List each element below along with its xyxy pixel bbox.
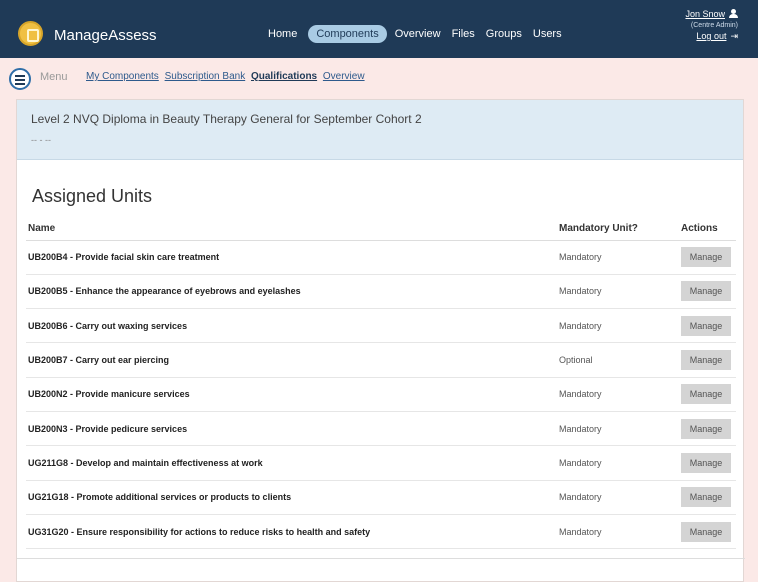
manage-button[interactable]: Manage xyxy=(681,350,731,371)
user-icon xyxy=(729,9,738,18)
table-row: UB200N3 - Provide pedicure services Mand… xyxy=(26,411,736,447)
unit-mandatory: Mandatory xyxy=(557,480,679,515)
sub-nav-links: My Components Subscription Bank Qualific… xyxy=(86,71,368,82)
subnav-overview[interactable]: Overview xyxy=(323,71,365,82)
unit-mandatory: Mandatory xyxy=(557,445,679,481)
header-mandatory: Mandatory Unit? xyxy=(557,218,679,241)
unit-mandatory: Mandatory xyxy=(557,308,679,344)
manage-button[interactable]: Manage xyxy=(681,281,731,302)
menu-label: Menu xyxy=(40,71,68,83)
main-content: Level 2 NVQ Diploma in Beauty Therapy Ge… xyxy=(16,99,745,582)
table-row: UB200B5 - Enhance the appearance of eyeb… xyxy=(26,274,736,310)
menu-icon xyxy=(15,83,25,85)
logout-icon[interactable]: ⇥ xyxy=(730,31,738,42)
unit-name: UB200B4 - Provide facial skin care treat… xyxy=(26,240,557,275)
unit-name: UB200N2 - Provide manicure services xyxy=(26,377,557,412)
nav-overview[interactable]: Overview xyxy=(395,28,441,40)
manage-button[interactable]: Manage xyxy=(681,384,731,405)
table-row: UB200N2 - Provide manicure services Mand… xyxy=(26,377,736,412)
unit-name: UB200B7 - Carry out ear piercing xyxy=(26,342,557,378)
nav-home[interactable]: Home xyxy=(268,28,297,40)
user-menu: Jon Snow (Centre Admin) Log out ⇥ xyxy=(685,9,738,42)
menu-icon xyxy=(15,75,25,77)
qualification-banner: Level 2 NVQ Diploma in Beauty Therapy Ge… xyxy=(17,100,743,160)
menu-icon xyxy=(15,79,25,81)
unit-mandatory: Mandatory xyxy=(557,240,679,275)
table-row: UB200B4 - Provide facial skin care treat… xyxy=(26,240,736,275)
table-row: UB200B7 - Carry out ear piercing Optiona… xyxy=(26,342,736,378)
unit-mandatory: Mandatory xyxy=(557,377,679,412)
unit-name: UG211G8 - Develop and maintain effective… xyxy=(26,445,557,481)
table-row: UG21G18 - Promote additional services or… xyxy=(26,480,736,515)
manage-button[interactable]: Manage xyxy=(681,315,731,336)
main-nav: Home Components Overview Files Groups Us… xyxy=(268,25,573,43)
qualification-subtitle: -- - -- xyxy=(31,135,51,145)
top-navbar: ManageAssess Home Components Overview Fi… xyxy=(0,0,758,58)
manage-button[interactable]: Manage xyxy=(681,487,731,508)
sub-navbar: Menu My Components Subscription Bank Qua… xyxy=(0,58,758,96)
header-actions: Actions xyxy=(679,218,736,241)
nav-users[interactable]: Users xyxy=(533,28,562,40)
unit-mandatory: Mandatory xyxy=(557,274,679,310)
unit-name: UB200N3 - Provide pedicure services xyxy=(26,411,557,447)
unit-name: UB200B5 - Enhance the appearance of eyeb… xyxy=(26,274,557,310)
logout-link[interactable]: Log out xyxy=(696,31,726,41)
subnav-my-components[interactable]: My Components xyxy=(86,71,159,82)
unit-mandatory: Mandatory xyxy=(557,514,679,550)
unit-name: UG31G20 - Ensure responsibility for acti… xyxy=(26,514,557,550)
app-logo-icon[interactable] xyxy=(18,21,43,46)
header-name: Name xyxy=(26,218,557,241)
unit-mandatory: Mandatory xyxy=(557,411,679,447)
nav-groups[interactable]: Groups xyxy=(486,28,522,40)
nav-files[interactable]: Files xyxy=(452,28,475,40)
subnav-subscription-bank[interactable]: Subscription Bank xyxy=(165,71,246,82)
manage-button[interactable]: Manage xyxy=(681,418,731,439)
user-role: (Centre Admin) xyxy=(690,22,738,29)
manage-button[interactable]: Manage xyxy=(681,452,731,473)
unit-mandatory: Optional xyxy=(557,342,679,378)
nav-components[interactable]: Components xyxy=(308,25,387,43)
table-header-row: Name Mandatory Unit? Actions xyxy=(26,218,736,241)
menu-button[interactable] xyxy=(9,68,31,90)
table-row: UG211G8 - Develop and maintain effective… xyxy=(26,445,736,481)
table-row: UG31G20 - Ensure responsibility for acti… xyxy=(26,514,736,550)
manage-button[interactable]: Manage xyxy=(681,247,731,268)
units-table: Name Mandatory Unit? Actions UB200B4 - P… xyxy=(26,218,736,550)
unit-name: UB200B6 - Carry out waxing services xyxy=(26,308,557,344)
table-row: UB200B6 - Carry out waxing services Mand… xyxy=(26,308,736,344)
qualification-title: Level 2 NVQ Diploma in Beauty Therapy Ge… xyxy=(31,112,422,126)
section-title: Assigned Units xyxy=(32,186,153,206)
unit-name: UG21G18 - Promote additional services or… xyxy=(26,480,557,515)
manage-button[interactable]: Manage xyxy=(681,521,731,542)
app-brand[interactable]: ManageAssess xyxy=(54,27,157,44)
subnav-qualifications[interactable]: Qualifications xyxy=(251,71,317,82)
section-divider xyxy=(17,558,745,559)
user-name-link[interactable]: Jon Snow xyxy=(685,9,725,19)
